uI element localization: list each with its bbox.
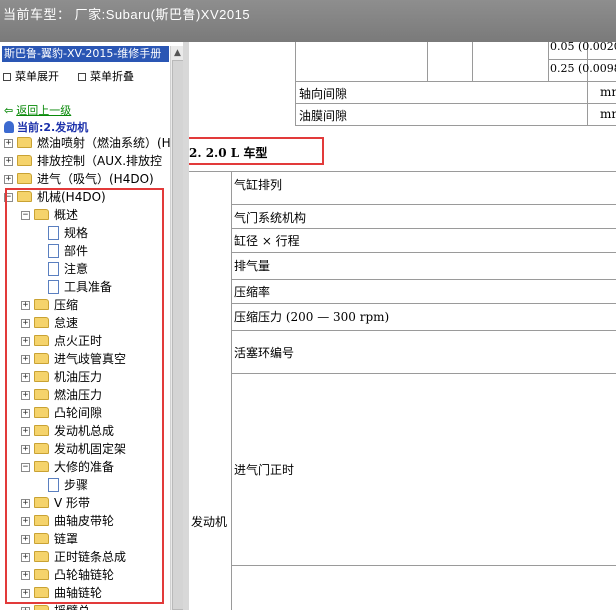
collapse-menu-label: 菜单折叠 xyxy=(90,70,134,83)
manual-title: 斯巴鲁-翼豹-XV-2015-维修手册 xyxy=(2,46,169,62)
window-title-bar: 当前车型： 厂家:Subaru(斯巴鲁)XV2015 xyxy=(0,0,616,42)
tree-highlight-box xyxy=(5,188,164,604)
table-line xyxy=(231,228,616,229)
tree-node[interactable]: + 燃油喷射（燃油系统）(H xyxy=(0,134,171,152)
table-line xyxy=(231,252,616,253)
expand-toggle-icon[interactable]: + xyxy=(4,139,13,148)
section-highlight-box xyxy=(189,137,324,165)
row-bore-stroke: 缸径 × 行程 xyxy=(234,234,300,248)
row-intake-valve-timing: 进气门正时 xyxy=(234,463,295,477)
table-line xyxy=(548,59,616,60)
back-link-label: 返回上一级 xyxy=(16,104,72,117)
window-title: 当前车型： 厂家:Subaru(斯巴鲁)XV2015 xyxy=(3,7,251,22)
table-line xyxy=(189,171,616,172)
row-compression-pressure: 压缩压力 (200 — 300 rpm) xyxy=(234,310,390,324)
folder-icon xyxy=(17,137,32,148)
collapse-menu-button[interactable]: 菜单折叠 xyxy=(78,68,134,84)
table-line xyxy=(295,42,296,125)
table-line xyxy=(548,42,549,81)
table-line xyxy=(472,42,473,81)
table-line xyxy=(231,330,616,331)
table-line xyxy=(231,204,616,205)
expand-menu-button[interactable]: 菜单展开 xyxy=(3,68,59,84)
tree-node[interactable]: + 进气（吸气）(H4DO) xyxy=(0,170,170,188)
table-line xyxy=(231,373,616,374)
back-arrow-icon: ⇦ xyxy=(4,104,14,117)
table-line xyxy=(295,81,616,82)
tree-node-label: 进气（吸气）(H4DO) xyxy=(37,172,154,186)
table-line xyxy=(231,303,616,304)
expand-toggle-icon[interactable]: + xyxy=(4,175,13,184)
folder-icon xyxy=(17,173,32,184)
row-compression-ratio: 压缩率 xyxy=(234,285,271,299)
expand-icon xyxy=(3,73,11,81)
table-line xyxy=(231,279,616,280)
folder-icon xyxy=(17,155,32,166)
table-line xyxy=(587,42,588,125)
table-line xyxy=(231,565,616,566)
table-line xyxy=(427,42,428,81)
expand-menu-label: 菜单展开 xyxy=(15,70,59,83)
collapse-icon xyxy=(78,73,86,81)
scroll-up-arrow-icon[interactable]: ▲ xyxy=(174,48,181,58)
row-displacement: 排气量 xyxy=(234,259,271,273)
current-location-label: 当前:2.发动机 xyxy=(17,121,89,134)
oil-film-clearance-label: 油膜间隙 xyxy=(299,109,348,123)
tree-node[interactable]: + 排放控制（AUX.排放控 xyxy=(0,152,170,170)
row-piston-ring-number: 活塞环编号 xyxy=(234,346,295,360)
expand-toggle-icon[interactable]: + xyxy=(4,157,13,166)
row-valve-system: 气门系统机构 xyxy=(234,211,307,225)
table-line xyxy=(295,125,616,126)
top-value-1: 0.05 (0.0020 xyxy=(550,42,616,53)
table-line xyxy=(231,171,232,610)
group-label-engine: 发动机 xyxy=(191,515,228,529)
back-link[interactable]: ⇦ 返回上一级 xyxy=(4,102,71,118)
person-icon xyxy=(4,121,14,133)
tree-node-label: 排放控制（AUX.排放控 xyxy=(37,154,163,168)
top-value-2: 0.25 (0.0098 xyxy=(550,62,616,75)
unit-cell: mr xyxy=(600,107,616,121)
axial-clearance-label: 轴向间隙 xyxy=(299,87,348,101)
unit-cell: mr xyxy=(600,85,616,99)
table-line xyxy=(295,103,616,104)
current-location: 当前:2.发动机 xyxy=(4,119,88,135)
row-cylinder-arrangement: 气缸排列 xyxy=(234,178,283,192)
tree-node-label: 燃油喷射（燃油系统）(H xyxy=(37,136,171,150)
folder-icon xyxy=(34,605,49,610)
content-panel: 0.05 (0.0020 0.25 (0.0098 轴向间隙 油膜间隙 mr m… xyxy=(189,42,616,610)
